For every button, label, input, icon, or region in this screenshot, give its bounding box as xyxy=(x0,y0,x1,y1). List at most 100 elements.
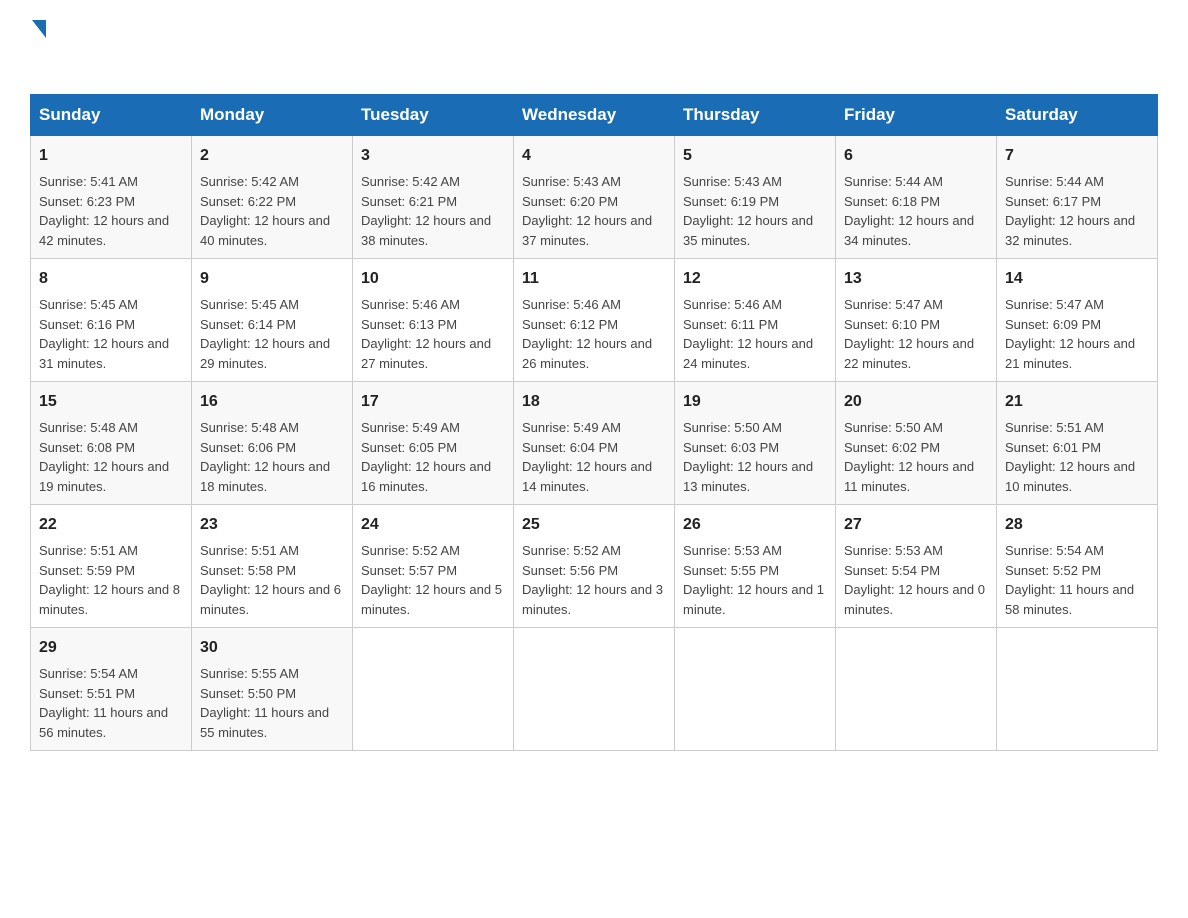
calendar-cell: 15 Sunrise: 5:48 AMSunset: 6:08 PMDayligh… xyxy=(31,382,192,505)
day-number: 18 xyxy=(522,390,666,414)
day-info: Sunrise: 5:46 AMSunset: 6:12 PMDaylight:… xyxy=(522,297,652,371)
calendar-cell: 14 Sunrise: 5:47 AMSunset: 6:09 PMDayligh… xyxy=(997,259,1158,382)
day-number: 13 xyxy=(844,267,988,291)
calendar-week-row: 1 Sunrise: 5:41 AMSunset: 6:23 PMDaylight… xyxy=(31,136,1158,259)
calendar-cell: 21 Sunrise: 5:51 AMSunset: 6:01 PMDayligh… xyxy=(997,382,1158,505)
calendar-cell: 26 Sunrise: 5:53 AMSunset: 5:55 PMDayligh… xyxy=(675,505,836,628)
day-info: Sunrise: 5:54 AMSunset: 5:51 PMDaylight:… xyxy=(39,666,168,740)
calendar-cell: 6 Sunrise: 5:44 AMSunset: 6:18 PMDaylight… xyxy=(836,136,997,259)
day-info: Sunrise: 5:48 AMSunset: 6:08 PMDaylight:… xyxy=(39,420,169,494)
calendar-table: SundayMondayTuesdayWednesdayThursdayFrid… xyxy=(30,94,1158,751)
calendar-cell: 22 Sunrise: 5:51 AMSunset: 5:59 PMDayligh… xyxy=(31,505,192,628)
day-number: 4 xyxy=(522,144,666,168)
day-info: Sunrise: 5:49 AMSunset: 6:04 PMDaylight:… xyxy=(522,420,652,494)
day-number: 26 xyxy=(683,513,827,537)
weekday-header-tuesday: Tuesday xyxy=(353,95,514,136)
calendar-week-row: 22 Sunrise: 5:51 AMSunset: 5:59 PMDayligh… xyxy=(31,505,1158,628)
day-info: Sunrise: 5:43 AMSunset: 6:19 PMDaylight:… xyxy=(683,174,813,248)
calendar-cell xyxy=(836,628,997,751)
day-number: 8 xyxy=(39,267,183,291)
calendar-cell xyxy=(997,628,1158,751)
day-number: 11 xyxy=(522,267,666,291)
day-info: Sunrise: 5:51 AMSunset: 6:01 PMDaylight:… xyxy=(1005,420,1135,494)
calendar-cell: 30 Sunrise: 5:55 AMSunset: 5:50 PMDayligh… xyxy=(192,628,353,751)
day-info: Sunrise: 5:47 AMSunset: 6:10 PMDaylight:… xyxy=(844,297,974,371)
day-number: 25 xyxy=(522,513,666,537)
calendar-week-row: 8 Sunrise: 5:45 AMSunset: 6:16 PMDaylight… xyxy=(31,259,1158,382)
day-number: 15 xyxy=(39,390,183,414)
day-info: Sunrise: 5:53 AMSunset: 5:54 PMDaylight:… xyxy=(844,543,985,617)
weekday-header-row: SundayMondayTuesdayWednesdayThursdayFrid… xyxy=(31,95,1158,136)
calendar-cell: 7 Sunrise: 5:44 AMSunset: 6:17 PMDaylight… xyxy=(997,136,1158,259)
calendar-cell: 18 Sunrise: 5:49 AMSunset: 6:04 PMDayligh… xyxy=(514,382,675,505)
weekday-header-sunday: Sunday xyxy=(31,95,192,136)
weekday-header-friday: Friday xyxy=(836,95,997,136)
calendar-cell: 11 Sunrise: 5:46 AMSunset: 6:12 PMDayligh… xyxy=(514,259,675,382)
day-number: 19 xyxy=(683,390,827,414)
page-header xyxy=(30,20,1158,74)
day-info: Sunrise: 5:44 AMSunset: 6:18 PMDaylight:… xyxy=(844,174,974,248)
day-number: 7 xyxy=(1005,144,1149,168)
day-info: Sunrise: 5:50 AMSunset: 6:03 PMDaylight:… xyxy=(683,420,813,494)
calendar-cell: 4 Sunrise: 5:43 AMSunset: 6:20 PMDaylight… xyxy=(514,136,675,259)
day-info: Sunrise: 5:50 AMSunset: 6:02 PMDaylight:… xyxy=(844,420,974,494)
calendar-cell: 5Sunrise: 5:43 AMSunset: 6:19 PMDaylight… xyxy=(675,136,836,259)
day-number: 2 xyxy=(200,144,344,168)
day-number: 14 xyxy=(1005,267,1149,291)
day-info: Sunrise: 5:51 AMSunset: 5:59 PMDaylight:… xyxy=(39,543,180,617)
calendar-cell: 27 Sunrise: 5:53 AMSunset: 5:54 PMDayligh… xyxy=(836,505,997,628)
day-number: 9 xyxy=(200,267,344,291)
calendar-week-row: 29Sunrise: 5:54 AMSunset: 5:51 PMDayligh… xyxy=(31,628,1158,751)
day-number: 30 xyxy=(200,636,344,660)
day-info: Sunrise: 5:43 AMSunset: 6:20 PMDaylight:… xyxy=(522,174,652,248)
day-number: 10 xyxy=(361,267,505,291)
calendar-cell xyxy=(514,628,675,751)
day-info: Sunrise: 5:53 AMSunset: 5:55 PMDaylight:… xyxy=(683,543,824,617)
weekday-header-wednesday: Wednesday xyxy=(514,95,675,136)
calendar-cell: 9Sunrise: 5:45 AMSunset: 6:14 PMDaylight… xyxy=(192,259,353,382)
day-number: 1 xyxy=(39,144,183,168)
day-info: Sunrise: 5:46 AMSunset: 6:11 PMDaylight:… xyxy=(683,297,813,371)
weekday-header-monday: Monday xyxy=(192,95,353,136)
calendar-cell xyxy=(353,628,514,751)
calendar-cell xyxy=(675,628,836,751)
weekday-header-thursday: Thursday xyxy=(675,95,836,136)
calendar-cell: 2 Sunrise: 5:42 AMSunset: 6:22 PMDaylight… xyxy=(192,136,353,259)
day-info: Sunrise: 5:42 AMSunset: 6:22 PMDaylight:… xyxy=(200,174,330,248)
day-info: Sunrise: 5:54 AMSunset: 5:52 PMDaylight:… xyxy=(1005,543,1134,617)
day-number: 23 xyxy=(200,513,344,537)
calendar-cell: 16Sunrise: 5:48 AMSunset: 6:06 PMDayligh… xyxy=(192,382,353,505)
calendar-cell: 23Sunrise: 5:51 AMSunset: 5:58 PMDayligh… xyxy=(192,505,353,628)
calendar-cell: 13 Sunrise: 5:47 AMSunset: 6:10 PMDayligh… xyxy=(836,259,997,382)
day-info: Sunrise: 5:46 AMSunset: 6:13 PMDaylight:… xyxy=(361,297,491,371)
day-number: 6 xyxy=(844,144,988,168)
day-info: Sunrise: 5:48 AMSunset: 6:06 PMDaylight:… xyxy=(200,420,330,494)
day-info: Sunrise: 5:52 AMSunset: 5:56 PMDaylight:… xyxy=(522,543,663,617)
day-number: 3 xyxy=(361,144,505,168)
calendar-cell: 10 Sunrise: 5:46 AMSunset: 6:13 PMDayligh… xyxy=(353,259,514,382)
day-number: 24 xyxy=(361,513,505,537)
calendar-cell: 28 Sunrise: 5:54 AMSunset: 5:52 PMDayligh… xyxy=(997,505,1158,628)
day-info: Sunrise: 5:41 AMSunset: 6:23 PMDaylight:… xyxy=(39,174,169,248)
calendar-week-row: 15 Sunrise: 5:48 AMSunset: 6:08 PMDayligh… xyxy=(31,382,1158,505)
calendar-cell: 29Sunrise: 5:54 AMSunset: 5:51 PMDayligh… xyxy=(31,628,192,751)
day-number: 12 xyxy=(683,267,827,291)
logo-triangle-icon xyxy=(32,20,46,38)
day-info: Sunrise: 5:55 AMSunset: 5:50 PMDaylight:… xyxy=(200,666,329,740)
day-info: Sunrise: 5:47 AMSunset: 6:09 PMDaylight:… xyxy=(1005,297,1135,371)
calendar-cell: 1 Sunrise: 5:41 AMSunset: 6:23 PMDaylight… xyxy=(31,136,192,259)
calendar-cell: 12 Sunrise: 5:46 AMSunset: 6:11 PMDayligh… xyxy=(675,259,836,382)
calendar-cell: 8 Sunrise: 5:45 AMSunset: 6:16 PMDaylight… xyxy=(31,259,192,382)
weekday-header-saturday: Saturday xyxy=(997,95,1158,136)
day-number: 17 xyxy=(361,390,505,414)
day-info: Sunrise: 5:45 AMSunset: 6:16 PMDaylight:… xyxy=(39,297,169,371)
day-info: Sunrise: 5:44 AMSunset: 6:17 PMDaylight:… xyxy=(1005,174,1135,248)
calendar-cell: 3Sunrise: 5:42 AMSunset: 6:21 PMDaylight… xyxy=(353,136,514,259)
day-info: Sunrise: 5:49 AMSunset: 6:05 PMDaylight:… xyxy=(361,420,491,494)
day-number: 28 xyxy=(1005,513,1149,537)
calendar-cell: 20Sunrise: 5:50 AMSunset: 6:02 PMDayligh… xyxy=(836,382,997,505)
calendar-cell: 25 Sunrise: 5:52 AMSunset: 5:56 PMDayligh… xyxy=(514,505,675,628)
day-number: 21 xyxy=(1005,390,1149,414)
day-number: 22 xyxy=(39,513,183,537)
day-number: 27 xyxy=(844,513,988,537)
